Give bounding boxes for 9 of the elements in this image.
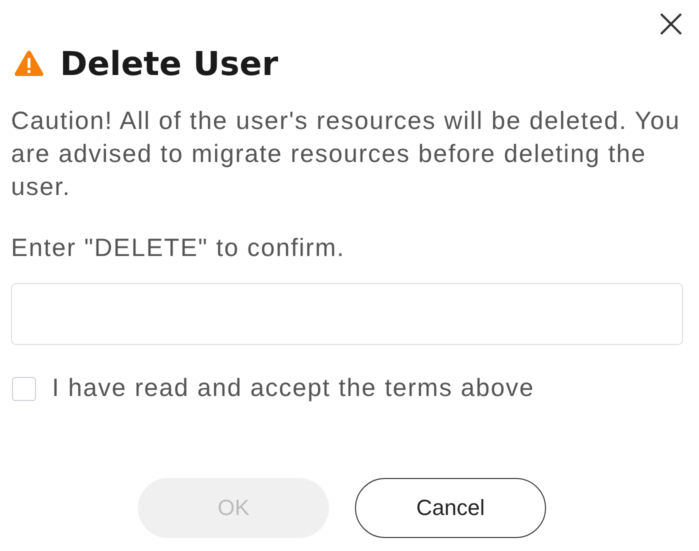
caution-message: Caution! All of the user's resources will be deleted. You are advised to migrate resources before deleting the user. <box>11 106 682 203</box>
confirm-prompt: Enter "DELETE" to confirm. <box>11 233 346 264</box>
dialog-title: Delete User <box>60 44 278 83</box>
agreement-checkbox[interactable] <box>12 376 36 400</box>
agreement-label: I have read and accept the terms above <box>52 374 534 403</box>
close-icon[interactable] <box>659 12 683 36</box>
confirm-input-field[interactable] <box>11 283 683 345</box>
warning-icon <box>14 50 44 77</box>
cancel-button[interactable]: Cancel <box>355 478 546 538</box>
